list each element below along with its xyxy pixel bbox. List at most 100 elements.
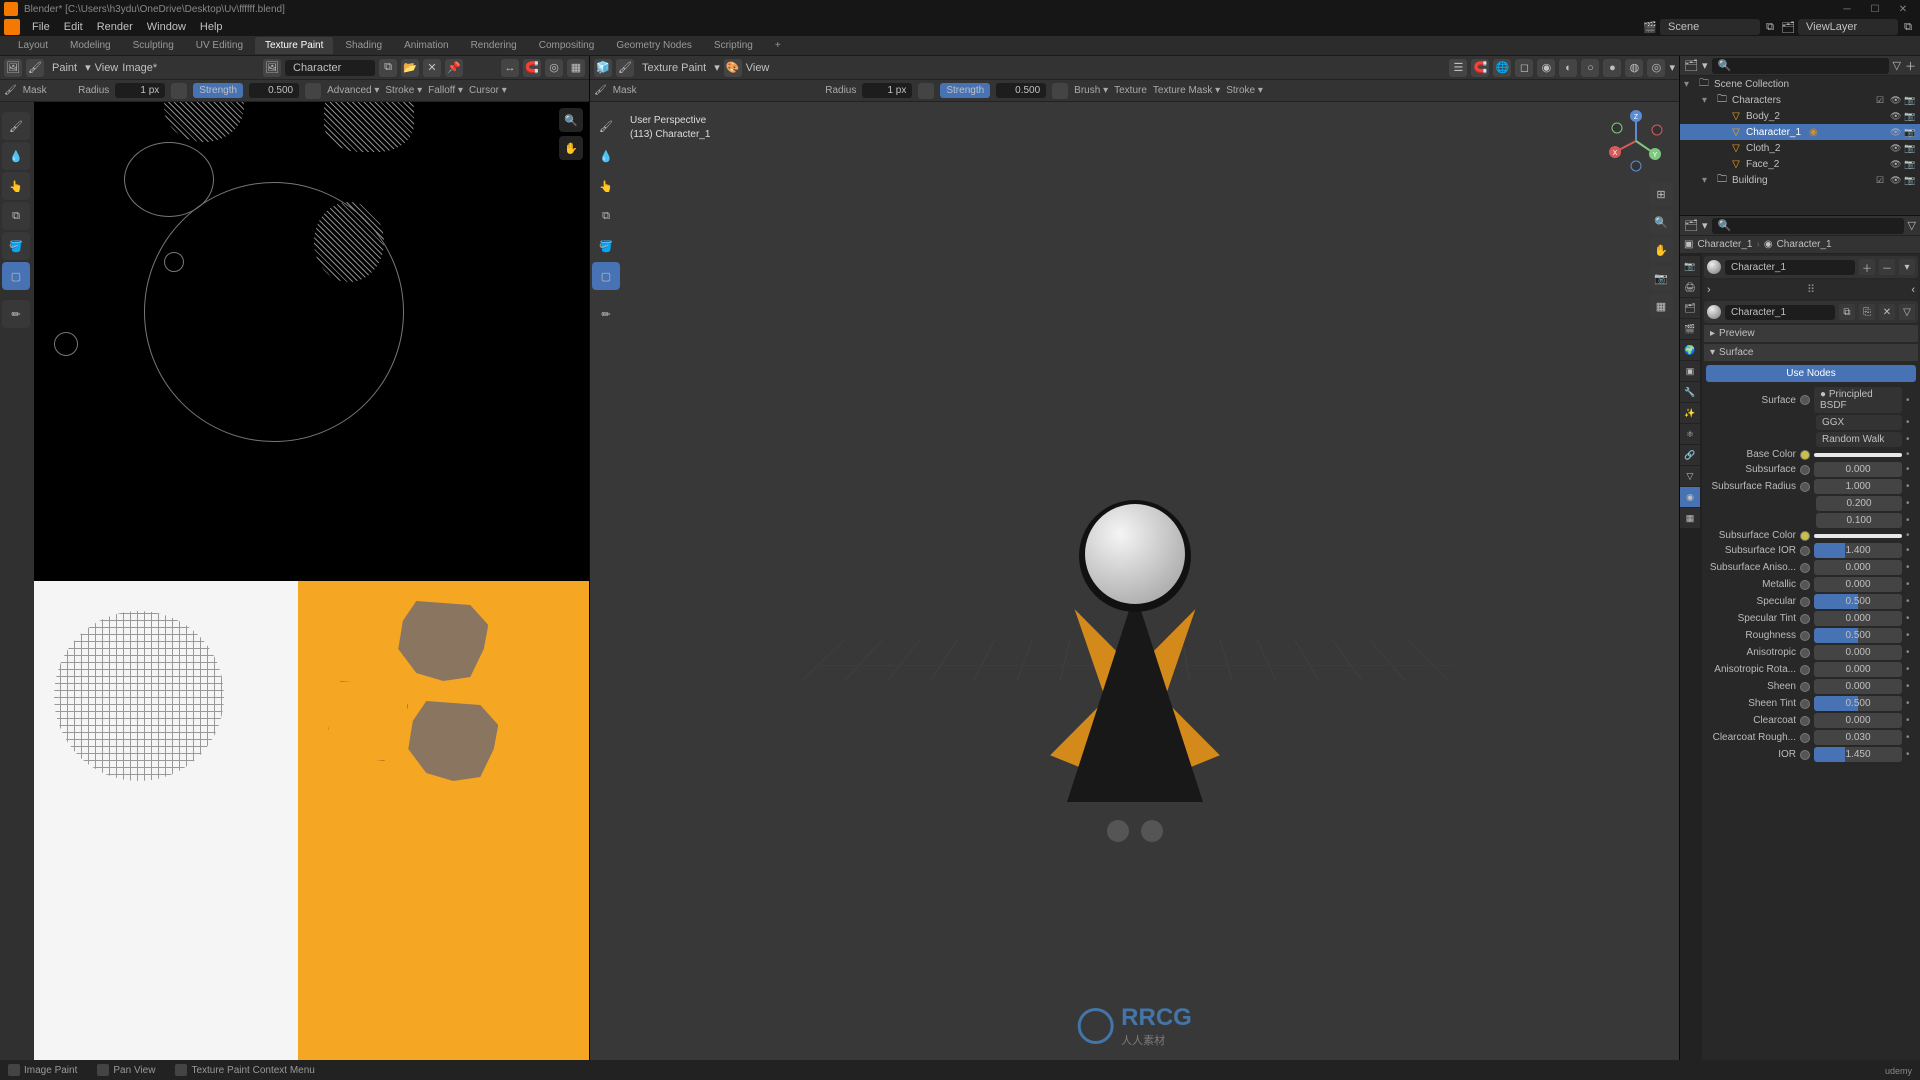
visibility-icon[interactable]: 👁	[1890, 111, 1902, 122]
prop-menu-icon[interactable]: •	[1906, 664, 1916, 675]
prop-menu-icon[interactable]: •	[1906, 732, 1916, 743]
input-socket-icon[interactable]	[1800, 597, 1810, 607]
persp-ortho-icon[interactable]: ▦	[1649, 294, 1673, 318]
prop-menu-icon[interactable]: •	[1906, 417, 1916, 428]
tab-data[interactable]: ▽	[1680, 466, 1700, 486]
prop-edit-icon[interactable]: ◎	[545, 59, 563, 77]
tab-texture[interactable]: ▦	[1680, 508, 1700, 528]
tab-add[interactable]: +	[765, 37, 791, 54]
value-field[interactable]: 0.500	[1814, 696, 1902, 711]
menu-render[interactable]: Render	[91, 21, 139, 33]
viewlayer-new-icon[interactable]: ⧉	[1900, 19, 1916, 35]
image-link-icon[interactable]: 🖼	[263, 59, 281, 77]
globe-icon[interactable]: 🌐	[1493, 59, 1511, 77]
brush-preview-icon[interactable]: 🖌	[4, 85, 17, 96]
prop-menu-icon[interactable]: •	[1906, 545, 1916, 556]
texture-dropdown[interactable]: Texture	[1114, 85, 1147, 96]
tab-scene[interactable]: 🎬	[1680, 319, 1700, 339]
radius-field-3d[interactable]: 1 px	[862, 83, 912, 98]
tab-scripting[interactable]: Scripting	[704, 37, 763, 54]
render-visibility-icon[interactable]: 📷	[1904, 95, 1916, 106]
prop-menu-icon[interactable]: •	[1906, 749, 1916, 760]
pin-icon[interactable]: 📌	[445, 59, 463, 77]
advanced-dropdown[interactable]: Advanced ▾	[327, 85, 379, 96]
prop-menu-icon[interactable]: •	[1906, 449, 1916, 460]
radius-field[interactable]: 1 px	[115, 83, 165, 98]
outliner-editor-icon-2[interactable]: 🗂	[1684, 219, 1698, 232]
prop-dropdown[interactable]: Random Walk	[1816, 432, 1902, 447]
visibility-icon[interactable]: 👁	[1890, 143, 1902, 154]
prop-menu-icon[interactable]: •	[1906, 698, 1916, 709]
camera-view-icon[interactable]: 📷	[1649, 266, 1673, 290]
slot-menu-icon[interactable]: ▾	[1899, 259, 1915, 275]
outliner-search-2[interactable]: 🔍	[1712, 218, 1904, 234]
image-editor-body[interactable]: 🖌 💧 👆 ⧉ 🪣 ▢ ✏ 🔍 ✋	[0, 102, 589, 1060]
color-field[interactable]	[1814, 453, 1902, 457]
visibility-icon[interactable]: 👁	[1890, 175, 1902, 186]
display-channels-icon[interactable]: ▦	[567, 59, 585, 77]
properties-body[interactable]: Character_1 ＋ － ▾ › ⠿ ‹ Character_1 ⧉ ⎘ …	[1702, 254, 1920, 1060]
outliner-row-characters[interactable]: ▾🗀Characters☑👁📷	[1680, 92, 1920, 108]
smear-tool[interactable]: 👆	[2, 172, 30, 200]
unlink-mat-icon[interactable]: ✕	[1879, 304, 1895, 320]
material-name[interactable]: Character_1	[1725, 260, 1855, 275]
close-button[interactable]: ✕	[1890, 2, 1916, 16]
nav-gizmo[interactable]: Z X Y	[1605, 110, 1667, 172]
material-slot[interactable]: Character_1 ＋ － ▾	[1704, 256, 1918, 278]
display-mode-icon-2[interactable]: ▾	[1702, 219, 1708, 232]
outliner-row-character_1[interactable]: ▽Character_1◉👁📷	[1680, 124, 1920, 140]
input-socket-icon[interactable]	[1800, 682, 1810, 692]
menu-help[interactable]: Help	[194, 21, 229, 33]
mask-tool[interactable]: ▢	[2, 262, 30, 290]
use-nodes-button[interactable]: Use Nodes	[1706, 365, 1916, 382]
input-socket-icon[interactable]	[1800, 531, 1810, 541]
material-ball-icon[interactable]	[1707, 305, 1721, 319]
prop-menu-icon[interactable]: •	[1906, 647, 1916, 658]
chevron-left-icon[interactable]: ‹	[1911, 284, 1915, 296]
tab-texture-paint[interactable]: Texture Paint	[255, 37, 333, 54]
render-visibility-icon[interactable]: 📷	[1904, 127, 1916, 138]
outliner-editor-icon[interactable]: 🗂	[1684, 59, 1698, 72]
tab-modeling[interactable]: Modeling	[60, 37, 121, 54]
outliner-row-body_2[interactable]: ▽Body_2👁📷	[1680, 108, 1920, 124]
mask-label[interactable]: Mask	[23, 85, 47, 96]
tab-object[interactable]: ▣	[1680, 361, 1700, 381]
strength-pressure-3d-icon[interactable]	[1052, 83, 1068, 99]
annotate-tool[interactable]: ✏	[2, 300, 30, 328]
input-socket-icon[interactable]	[1800, 482, 1810, 492]
prop-menu-icon[interactable]: •	[1906, 498, 1916, 509]
outliner-row-cloth_2[interactable]: ▽Cloth_2👁📷	[1680, 140, 1920, 156]
brush-preset-icon[interactable]: 🎨	[724, 59, 742, 77]
display-mode-icon[interactable]: ▾	[1702, 59, 1708, 72]
unlink-image-icon[interactable]: ✕	[423, 59, 441, 77]
fill-tool-3d[interactable]: 🪣	[592, 232, 620, 260]
tab-uv-editing[interactable]: UV Editing	[186, 37, 253, 54]
value-field[interactable]: 0.100	[1816, 513, 1902, 528]
menu-file[interactable]: File	[26, 21, 56, 33]
prop-menu-icon[interactable]: •	[1906, 579, 1916, 590]
uv-select-sync-icon[interactable]: ↔	[501, 59, 519, 77]
value-field[interactable]: 0.500	[1814, 594, 1902, 609]
value-field[interactable]: 0.000	[1814, 462, 1902, 477]
visibility-icon[interactable]: 👁	[1890, 127, 1902, 138]
shader-link[interactable]: ● Principled BSDF	[1814, 387, 1902, 413]
value-field[interactable]: 0.030	[1814, 730, 1902, 745]
input-socket-icon[interactable]	[1800, 563, 1810, 573]
grid-icon[interactable]: ⊞	[1649, 182, 1673, 206]
new-collection-icon[interactable]: ＋	[1905, 58, 1916, 74]
snap-icon[interactable]: 🧲	[523, 59, 541, 77]
soften-tool[interactable]: 💧	[2, 142, 30, 170]
prop-menu-icon[interactable]: •	[1906, 464, 1916, 475]
input-socket-icon[interactable]	[1800, 750, 1810, 760]
zoom-icon[interactable]: 🔍	[559, 108, 583, 132]
editor-type-icon[interactable]: 🖼	[4, 59, 22, 77]
texture-mask-dropdown[interactable]: Texture Mask ▾	[1153, 85, 1220, 96]
dup-mat-icon[interactable]: ⎘	[1859, 304, 1875, 320]
image-name-field[interactable]: Character	[285, 60, 375, 76]
scene-field[interactable]: Scene	[1660, 19, 1760, 35]
filter-icon-2[interactable]: ▽	[1908, 219, 1916, 232]
tab-sculpting[interactable]: Sculpting	[123, 37, 184, 54]
tab-animation[interactable]: Animation	[394, 37, 458, 54]
prop-menu-icon[interactable]: •	[1906, 681, 1916, 692]
mat-menu-icon[interactable]: ▽	[1899, 304, 1915, 320]
